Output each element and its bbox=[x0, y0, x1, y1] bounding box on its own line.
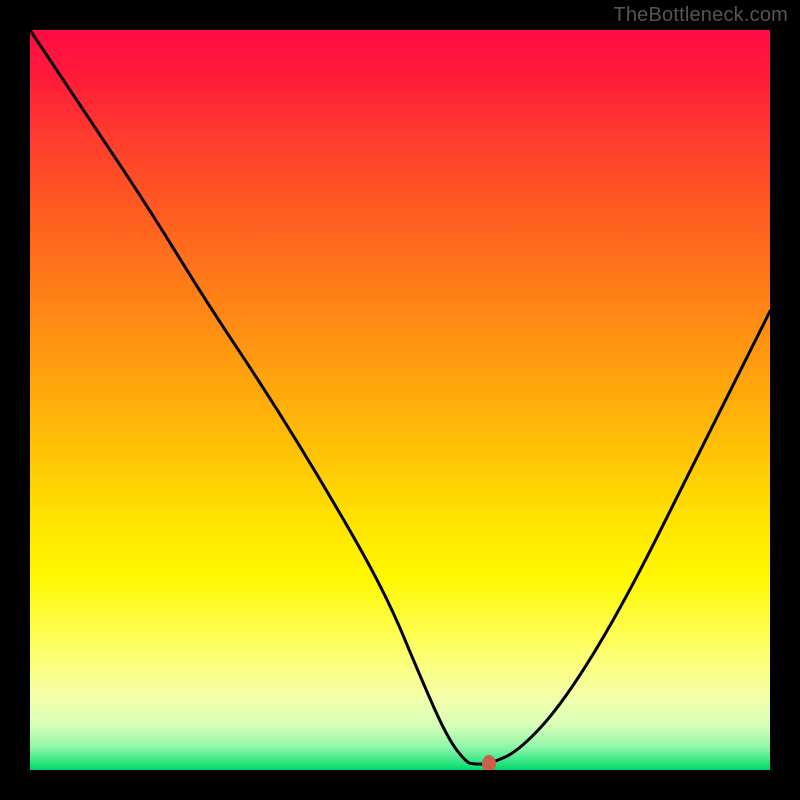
optimal-point-marker bbox=[482, 755, 496, 770]
bottleneck-curve bbox=[30, 30, 770, 764]
watermark: TheBottleneck.com bbox=[613, 4, 788, 27]
chart-frame: TheBottleneck.com bbox=[0, 0, 800, 800]
plot-area bbox=[30, 30, 770, 770]
curve-svg bbox=[30, 30, 770, 770]
